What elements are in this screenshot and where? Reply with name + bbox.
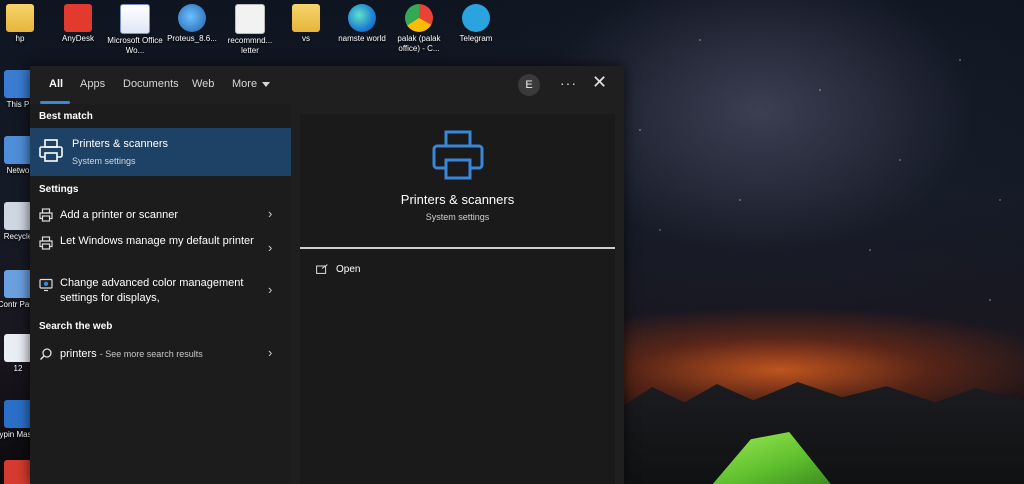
printer-icon xyxy=(39,139,63,162)
search-icon xyxy=(39,348,52,361)
preview-subtitle: System settings xyxy=(425,212,490,222)
control-panel-icon xyxy=(4,270,32,298)
telegram-icon xyxy=(462,4,490,32)
settings-item-label: Change advanced color management setting… xyxy=(60,277,244,304)
open-label: Open xyxy=(336,264,361,275)
chrome-icon xyxy=(405,4,433,32)
desktop-icon-hp[interactable]: hp xyxy=(0,4,52,44)
settings-item-default-printer[interactable]: Let Windows manage my default printer › xyxy=(30,232,291,266)
section-search-web: Search the web xyxy=(39,321,113,332)
file-icon xyxy=(4,334,32,362)
desktop-icon-edge[interactable]: namste world xyxy=(330,4,394,44)
proteus-icon xyxy=(178,4,206,32)
web-search-suffix: - See more search results xyxy=(99,349,203,359)
open-action[interactable]: Open xyxy=(316,264,360,275)
anydesk-icon xyxy=(64,4,92,32)
folder-icon xyxy=(6,4,34,32)
settings-item-label: Add a printer or scanner xyxy=(60,209,179,221)
search-tabs: All Apps Documents Web More E ··· ✕ xyxy=(30,66,624,104)
folder-icon xyxy=(292,4,320,32)
pdf-icon xyxy=(4,460,32,484)
settings-item-color-management[interactable]: Change advanced color management setting… xyxy=(30,274,291,308)
close-icon[interactable]: ✕ xyxy=(592,72,607,93)
chevron-right-icon: › xyxy=(268,345,273,360)
tab-documents[interactable]: Documents xyxy=(123,78,179,90)
desktop-icon-vs[interactable]: vs xyxy=(274,4,338,44)
desktop-icon-proteus[interactable]: Proteus_8.6... xyxy=(160,4,224,44)
typing-master-icon xyxy=(4,400,32,428)
chevron-right-icon: › xyxy=(268,282,273,297)
tab-more-label: More xyxy=(232,78,258,90)
tab-apps[interactable]: Apps xyxy=(80,78,105,90)
open-icon xyxy=(316,264,328,275)
best-match-item[interactable]: Printers & scanners System settings xyxy=(30,128,291,176)
desktop-icon-anydesk[interactable]: AnyDesk xyxy=(46,4,110,44)
web-search-item[interactable]: printers - See more search results › xyxy=(30,342,291,366)
preview-title: Printers & scanners xyxy=(400,192,515,207)
desktop-icon-letter[interactable]: recommnd... letter xyxy=(218,4,282,56)
chevron-right-icon: › xyxy=(268,240,273,255)
word-icon xyxy=(120,4,150,34)
section-settings: Settings xyxy=(39,184,79,195)
preview-pane: Printers & scanners System settings Open xyxy=(300,114,615,484)
best-match-subtitle: System settings xyxy=(72,156,136,166)
recycle-bin-icon xyxy=(4,202,32,230)
display-color-icon xyxy=(39,278,53,292)
settings-item-label: Let Windows manage my default printer xyxy=(60,235,254,247)
desktop-icon-word[interactable]: Microsoft Office Wo... xyxy=(103,4,167,56)
settings-item-add-printer[interactable]: Add a printer or scanner › xyxy=(30,204,291,226)
network-icon xyxy=(4,136,32,164)
results-list: Best match Printers & scanners System se… xyxy=(30,104,291,484)
web-search-query: printers xyxy=(60,348,97,360)
printer-icon xyxy=(39,236,53,250)
tab-all[interactable]: All xyxy=(49,78,63,90)
desktop-icon-telegram[interactable]: Telegram xyxy=(444,4,508,44)
edge-icon xyxy=(348,4,376,32)
account-avatar[interactable]: E xyxy=(518,74,540,96)
printer-icon xyxy=(39,208,53,222)
printer-large-icon xyxy=(432,130,484,180)
desktop-icon-chrome[interactable]: palak (palak office) - C... xyxy=(387,4,451,54)
tab-web[interactable]: Web xyxy=(192,78,214,90)
chevron-right-icon: › xyxy=(268,206,273,221)
tab-more[interactable]: More xyxy=(232,78,271,90)
this-pc-icon xyxy=(4,70,32,98)
more-options-icon[interactable]: ··· xyxy=(560,75,577,91)
chevron-down-icon xyxy=(262,81,271,87)
search-panel: All Apps Documents Web More E ··· ✕ Best… xyxy=(30,66,624,484)
document-icon xyxy=(235,4,265,34)
best-match-title: Printers & scanners xyxy=(72,138,168,150)
section-best-match: Best match xyxy=(39,111,93,122)
preview-divider xyxy=(300,247,615,249)
